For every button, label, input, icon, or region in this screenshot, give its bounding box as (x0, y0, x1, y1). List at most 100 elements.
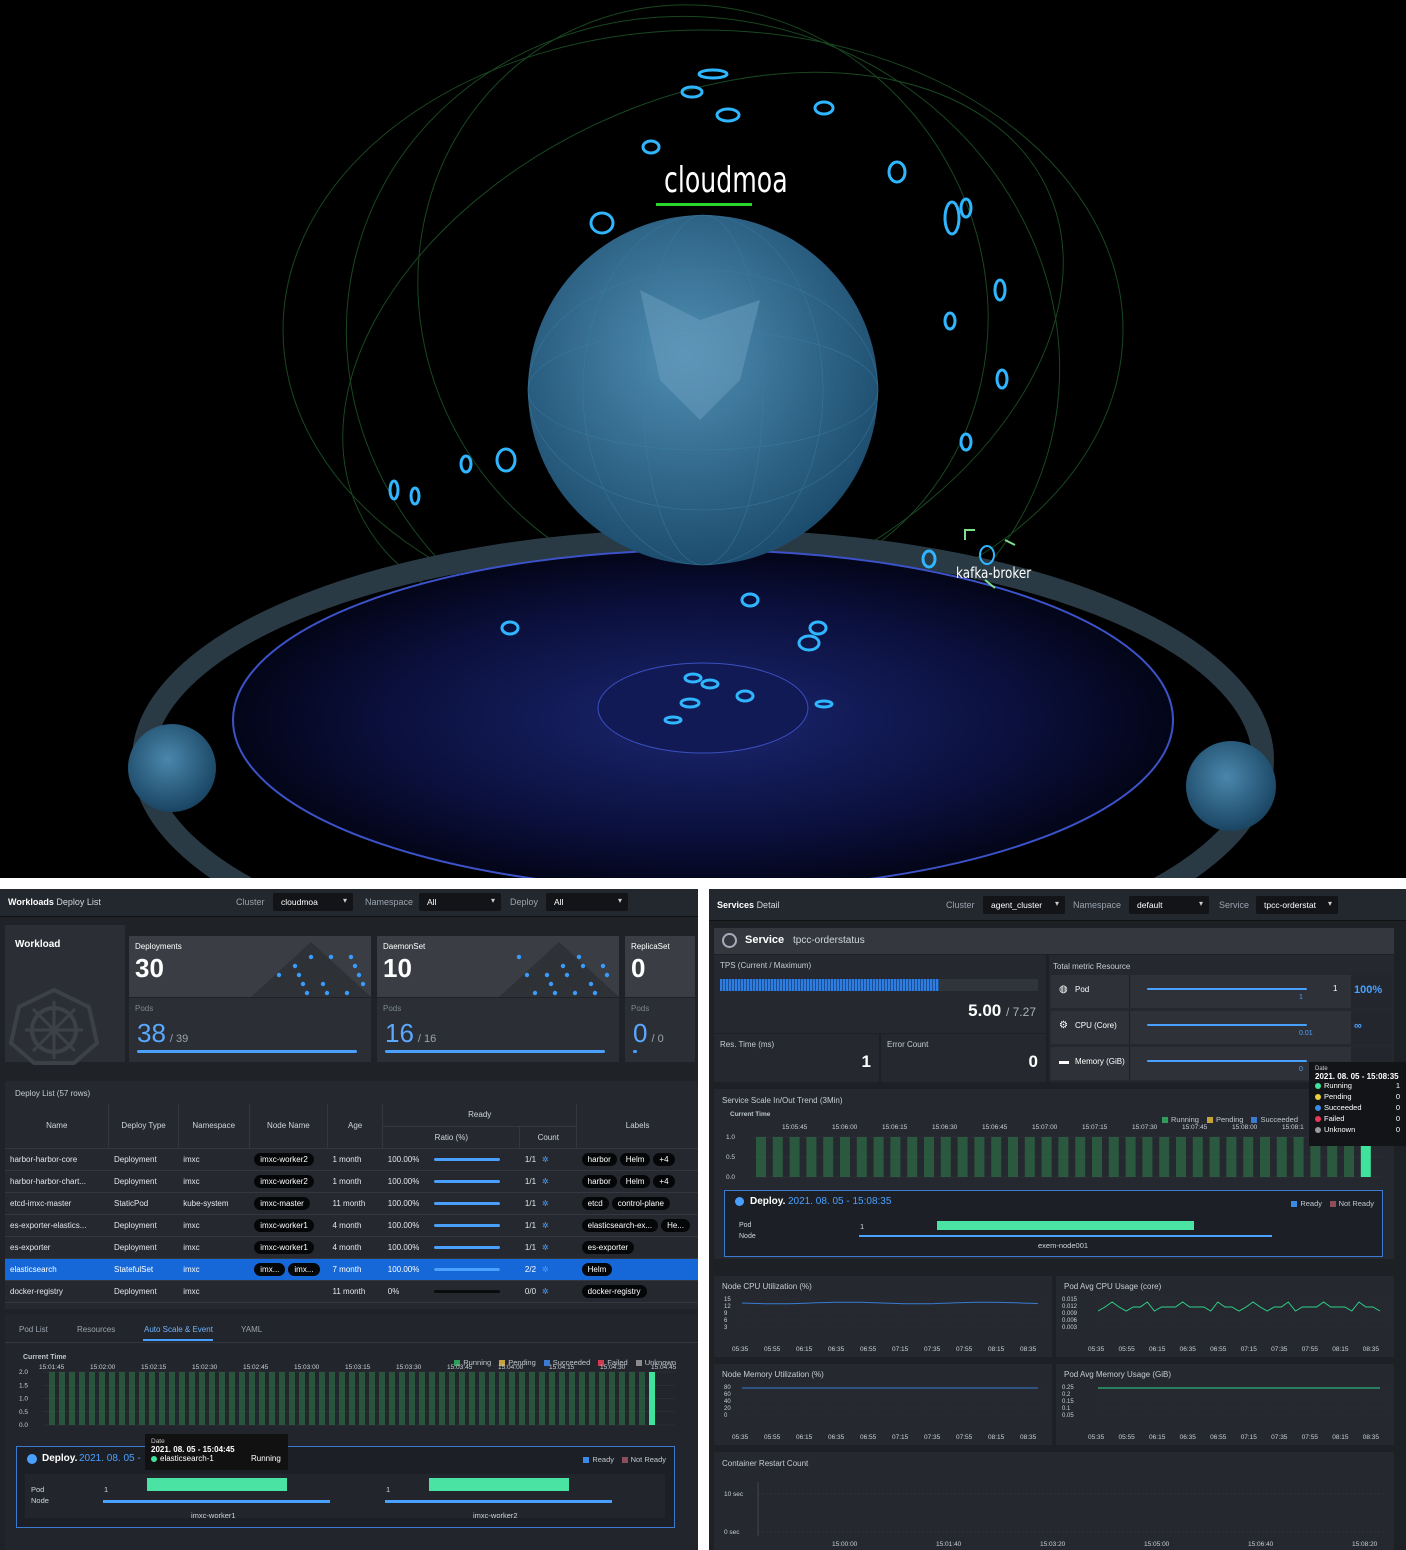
time-tick: 15:07:45 (1182, 1124, 1208, 1131)
label-pill[interactable]: Helm (620, 1153, 651, 1166)
time-tick: 15:08:00 (1232, 1124, 1258, 1131)
col-name[interactable]: Name (5, 1104, 109, 1148)
svc-pod-bar[interactable] (937, 1221, 1194, 1230)
settings-icon[interactable]: ✲ (542, 1243, 549, 1252)
scale-bar (319, 1372, 325, 1425)
time-tick: 06:35 (828, 1346, 845, 1353)
node-pill[interactable]: imx... (288, 1263, 319, 1276)
label-pill[interactable]: es-exporter (582, 1241, 634, 1254)
kafka-broker-label[interactable]: kafka-broker (956, 564, 1031, 582)
tab-yaml[interactable]: YAML (241, 1325, 262, 1334)
col-count[interactable]: Count (520, 1126, 577, 1148)
node-pill[interactable]: imxc-worker2 (254, 1153, 314, 1166)
cell-ratio: 100.00% (383, 1170, 520, 1192)
grid-dot (581, 964, 585, 968)
label-pill[interactable]: Helm (582, 1263, 613, 1276)
metric-row[interactable]: ⚙ CPU (Core) 0.01 ∞ (1051, 1011, 1392, 1044)
pod-bar-2[interactable] (429, 1478, 569, 1491)
pods-progress (137, 1050, 357, 1053)
col-age[interactable]: Age (328, 1104, 383, 1148)
node-pill[interactable]: imxc-worker2 (254, 1175, 314, 1188)
table-row[interactable]: etcd-imxc-master StaticPod kube-system imxc… (5, 1192, 698, 1214)
label-pill[interactable]: Helm (620, 1175, 651, 1188)
workload-card-2[interactable]: ReplicaSet 0 (625, 936, 695, 997)
label-pill[interactable]: control-plane (612, 1197, 670, 1210)
settings-icon[interactable]: ✲ (542, 1155, 549, 1164)
table-row[interactable]: elasticsearch StatefulSet imxc imx... imx...… (5, 1258, 698, 1280)
namespace-select[interactable]: All (419, 893, 501, 911)
metric-sub: 0.01 (1299, 1030, 1313, 1037)
node-pill[interactable]: imx... (254, 1263, 285, 1276)
col-node[interactable]: Node Name (249, 1104, 327, 1148)
label-pill[interactable]: harbor (582, 1153, 617, 1166)
time-tick: 06:35 (1180, 1434, 1197, 1441)
cell-labels: es-exporter (577, 1236, 698, 1258)
y-tick: 1.0 (726, 1134, 735, 1141)
namespace-label: Namespace (365, 897, 413, 907)
workload-card-1[interactable]: DaemonSet 10 (377, 936, 619, 997)
svc-tooltip-date: 2021. 08. 05 - 15:08:35 (1315, 1072, 1400, 1081)
table-row[interactable]: harbor-harbor-core Deployment imxc imxc-wor… (5, 1148, 698, 1170)
table-row[interactable]: es-exporter Deployment imxc imxc-worker1 4 m… (5, 1236, 698, 1258)
label-pill[interactable]: docker-registry (582, 1285, 647, 1298)
node-pill[interactable]: imxc-worker1 (254, 1219, 314, 1232)
tab-auto-scale-event[interactable]: Auto Scale & Event (144, 1325, 213, 1334)
kubernetes-icon (9, 985, 99, 1065)
settings-icon[interactable]: ✲ (542, 1287, 549, 1296)
table-row[interactable]: es-exporter-elastics... Deployment imxc imx… (5, 1214, 698, 1236)
cell-age: 7 month (328, 1258, 383, 1280)
node-name-2: imxc-worker2 (473, 1511, 518, 1520)
label-pill[interactable]: elasticsearch-ex... (582, 1219, 658, 1232)
topology-3d-view[interactable]: cloudmoa kafka-broker (0, 0, 1406, 878)
scale-bar (639, 1372, 645, 1425)
col-type[interactable]: Deploy Type (109, 1104, 178, 1148)
scale-trend-title: Service Scale In/Out Trend (3Min) (722, 1096, 843, 1105)
time-tick: 15:06:45 (982, 1124, 1008, 1131)
tab-resources[interactable]: Resources (77, 1325, 115, 1334)
cell-labels: harbor Helm +4 (577, 1170, 698, 1192)
svc-namespace-select[interactable]: default (1129, 896, 1209, 914)
table-row[interactable]: harbor-harbor-chart... Deployment imxc imxc… (5, 1170, 698, 1192)
res-time-card: Res. Time (ms) 1 (714, 1034, 879, 1082)
y-tick: 0.15 (1062, 1399, 1074, 1405)
label-pill[interactable]: harbor (582, 1175, 617, 1188)
tab-pod-list[interactable]: Pod List (19, 1325, 48, 1334)
time-tick: 15:03:20 (1040, 1541, 1066, 1548)
pod-row-label: Pod (31, 1485, 44, 1494)
label-pill[interactable]: +4 (653, 1153, 674, 1166)
scale-bar (159, 1372, 165, 1425)
settings-icon[interactable]: ✲ (542, 1265, 549, 1274)
ratio-bar (434, 1224, 500, 1227)
settings-icon[interactable]: ✲ (542, 1199, 549, 1208)
svc-service-select[interactable]: tpcc-orderstat (1256, 896, 1338, 914)
time-tick: 15:03:30 (396, 1364, 422, 1371)
scale-bar (209, 1372, 215, 1425)
col-labels[interactable]: Labels (577, 1104, 698, 1148)
label-pill[interactable]: +4 (653, 1175, 674, 1188)
tooltip-value: 1 (1396, 1081, 1400, 1090)
workload-card-0[interactable]: Deployments 30 (129, 936, 371, 997)
settings-icon[interactable]: ✲ (542, 1177, 549, 1186)
time-tick: 07:15 (1241, 1434, 1258, 1441)
settings-icon[interactable]: ✲ (542, 1221, 549, 1230)
count-text: 1/1 (525, 1155, 536, 1164)
deploy-select[interactable]: All (546, 893, 628, 911)
col-ratio[interactable]: Ratio (%) (383, 1126, 520, 1148)
time-tick: 15:08:20 (1352, 1541, 1378, 1548)
scale-bar (589, 1372, 595, 1425)
col-namespace[interactable]: Namespace (178, 1104, 249, 1148)
scale-bar (409, 1372, 415, 1425)
label-pill[interactable]: He... (661, 1219, 690, 1232)
pod-bar-1[interactable] (147, 1478, 287, 1491)
cluster-select[interactable]: cloudmoa (273, 893, 353, 911)
services-panel: Services Detail Cluster agent_cluster Na… (709, 889, 1406, 1550)
time-tick: 07:35 (1271, 1346, 1288, 1353)
pod-count-1: 1 (104, 1485, 108, 1494)
node-pill[interactable]: imxc-worker1 (254, 1241, 314, 1254)
svc-cluster-select[interactable]: agent_cluster (983, 896, 1065, 914)
time-tick: 07:55 (1302, 1434, 1319, 1441)
node-pill[interactable]: imxc-master (254, 1197, 310, 1210)
table-row[interactable]: docker-registry Deployment imxc 11 month 0% 0… (5, 1280, 698, 1302)
label-pill[interactable]: etcd (582, 1197, 609, 1210)
metric-row[interactable]: ◍ Pod 1 1 100% (1051, 975, 1392, 1008)
